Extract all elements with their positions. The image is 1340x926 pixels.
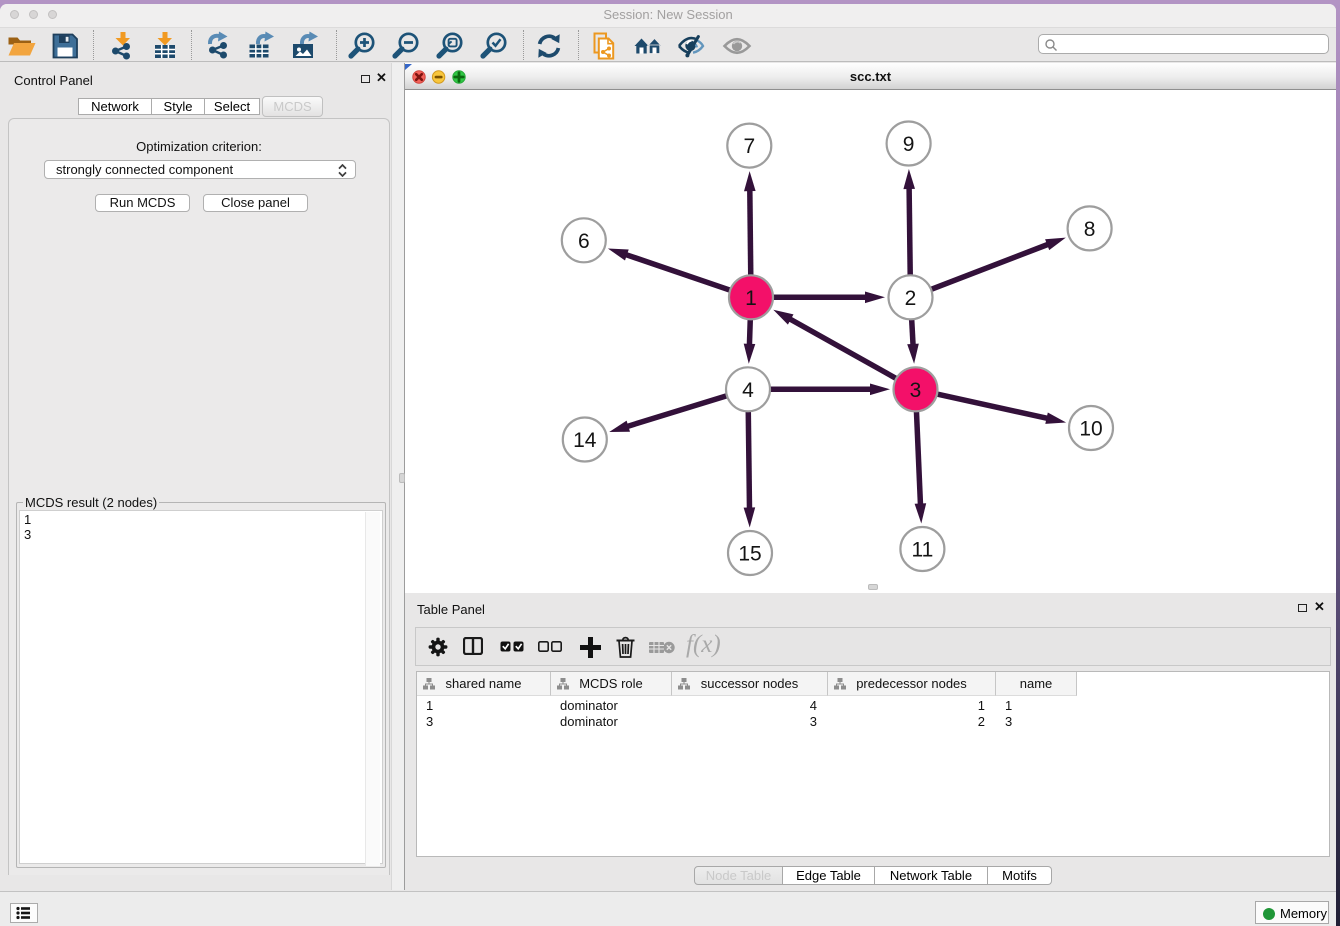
svg-text:8: 8 (1084, 218, 1096, 241)
svg-text:2: 2 (905, 287, 917, 310)
svg-text:11: 11 (911, 539, 933, 562)
svg-text:6: 6 (578, 230, 590, 253)
svg-text:1: 1 (745, 287, 757, 310)
svg-text:15: 15 (738, 543, 761, 566)
svg-text:9: 9 (903, 133, 915, 156)
svg-text:3: 3 (910, 379, 922, 402)
svg-text:7: 7 (743, 135, 755, 158)
svg-text:4: 4 (742, 379, 754, 402)
svg-text:10: 10 (1079, 418, 1102, 441)
svg-text:14: 14 (573, 429, 597, 452)
